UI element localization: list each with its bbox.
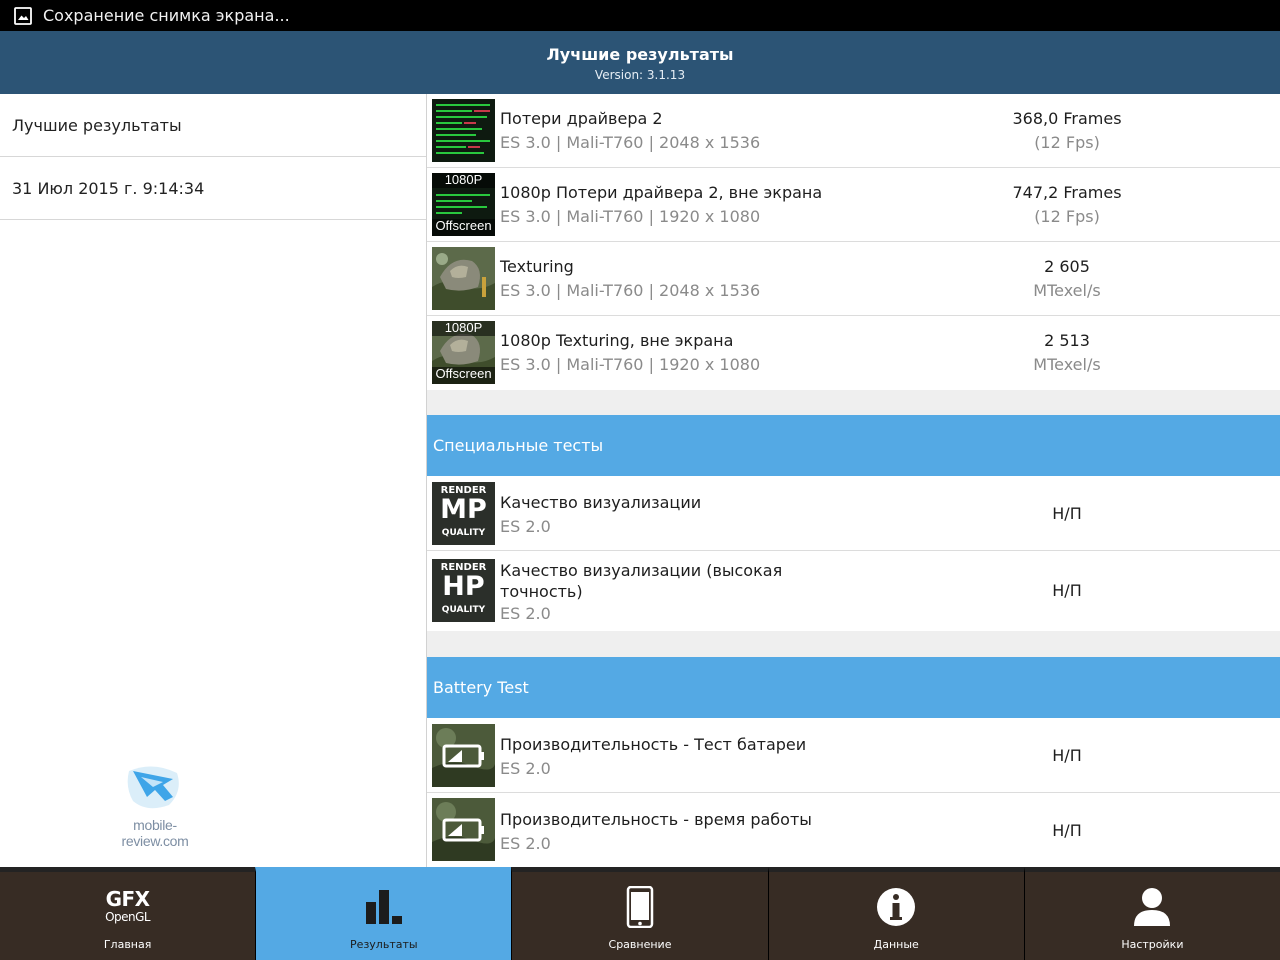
tab-label: Главная	[103, 938, 152, 951]
result-row[interactable]: RENDER MP QUALITY Качество визуализации …	[427, 476, 1280, 551]
result-name-line2: точность)	[500, 582, 583, 601]
result-row[interactable]: Производительность - время работы ES 2.0…	[427, 793, 1280, 867]
driver-overhead-offscreen-thumbnail: 1080P Offscreen	[432, 173, 495, 236]
badge-1080p: 1080P	[444, 321, 483, 335]
result-name: Texturing	[500, 257, 574, 276]
result-score: 2 513 MTexel/s	[967, 329, 1167, 377]
section-header-battery: Battery Test	[427, 657, 1280, 718]
result-subtitle: ES 2.0	[500, 604, 551, 623]
score-unit: (12 Fps)	[1034, 133, 1100, 152]
tab-label: Данные	[873, 938, 919, 951]
result-name: Потери драйвера 2	[500, 109, 663, 128]
texturing-thumbnail	[432, 247, 495, 310]
result-row[interactable]: Потери драйвера 2 ES 3.0 | Mali-T760 | 2…	[427, 94, 1280, 168]
result-score: Н/П	[1052, 746, 1082, 765]
result-subtitle: ES 3.0 | Mali-T760 | 1920 x 1080	[500, 355, 761, 374]
battery-test-thumbnail	[432, 724, 495, 787]
gfx-logo-icon: GFX OpenGL	[98, 887, 158, 926]
result-score: 2 605 MTexel/s	[967, 255, 1167, 303]
result-score: Н/П	[1052, 581, 1082, 600]
phone-icon	[626, 886, 654, 928]
render-quality-hp-thumbnail: RENDER HP QUALITY	[432, 559, 495, 622]
result-row[interactable]: Производительность - Тест батареи ES 2.0…	[427, 718, 1280, 793]
battery-lifetime-thumbnail	[432, 798, 495, 861]
result-row[interactable]: Texturing ES 3.0 | Mali-T760 | 2048 x 15…	[427, 242, 1280, 316]
texturing-offscreen-thumbnail: 1080P Offscreen	[432, 321, 495, 384]
tab-compare[interactable]: Сравнение	[511, 867, 768, 960]
result-score: Н/П	[1052, 504, 1082, 523]
info-icon	[877, 888, 916, 926]
badge-1080p: 1080P	[444, 173, 483, 187]
result-row[interactable]: RENDER HP QUALITY Качество визуализации …	[427, 551, 1280, 631]
app-header: Лучшие результаты Version: 3.1.13	[0, 31, 1280, 94]
result-subtitle: ES 3.0 | Mali-T760 | 1920 x 1080	[500, 207, 761, 226]
bar-chart-icon	[365, 890, 402, 924]
result-row[interactable]: 1080P Offscreen 1080p Потери драйвера 2,…	[427, 168, 1280, 242]
version-label: Version: 3.1.13	[594, 68, 686, 82]
user-icon	[1134, 888, 1171, 926]
render-quality-mp-thumbnail: RENDER MP QUALITY	[432, 482, 495, 545]
tab-home[interactable]: GFX OpenGL Главная	[0, 867, 256, 960]
status-bar: Сохранение снимка экрана...	[0, 0, 1280, 31]
sidebar-item-best-results[interactable]: Лучшие результаты	[0, 94, 426, 157]
score-value: 368,0 Frames	[1012, 109, 1122, 128]
gfx-logo-text: GFX	[105, 887, 151, 911]
result-name: Производительность - Тест батареи	[500, 735, 807, 754]
badge-quality: QUALITY	[441, 528, 486, 538]
badge-offscreen: Offscreen	[435, 218, 492, 233]
screenshot-icon	[14, 6, 32, 25]
watermark-text: mobile-review.com	[121, 817, 189, 849]
page-title: Лучшие результаты	[546, 45, 734, 64]
result-subtitle: ES 3.0 | Mali-T760 | 2048 x 1536	[500, 281, 761, 300]
result-name-line1: Качество визуализации (высокая	[500, 561, 783, 580]
score-value: 2 605	[1044, 257, 1090, 276]
score-value: 747,2 Frames	[1012, 183, 1122, 202]
score-value: 2 513	[1044, 331, 1090, 350]
result-name: 1080p Потери драйвера 2, вне экрана	[500, 183, 823, 202]
result-name: Качество визуализации	[500, 493, 702, 512]
badge-hp: HP	[442, 571, 485, 602]
tab-label: Результаты	[350, 938, 418, 951]
result-subtitle: ES 2.0	[500, 759, 551, 778]
tab-data[interactable]: Данные	[767, 867, 1024, 960]
result-row[interactable]: 1080P Offscreen 1080p Texturing, вне экр…	[427, 316, 1280, 390]
mobile-review-logo-icon	[127, 766, 179, 809]
score-unit: MTexel/s	[1033, 355, 1101, 374]
score-unit: (12 Fps)	[1034, 207, 1100, 226]
tab-results[interactable]: Результаты	[255, 867, 512, 960]
badge-offscreen: Offscreen	[435, 366, 492, 381]
result-score: Н/П	[1052, 821, 1082, 840]
results-list: Потери драйвера 2 ES 3.0 | Mali-T760 | 2…	[427, 94, 1280, 867]
badge-mp: MP	[440, 494, 487, 525]
watermark: mobile-review.com	[100, 763, 210, 849]
status-text: Сохранение снимка экрана...	[43, 6, 290, 25]
opengl-logo-text: OpenGL	[105, 910, 151, 924]
tab-label: Настройки	[1121, 938, 1184, 951]
badge-quality: QUALITY	[441, 605, 486, 615]
result-score: 747,2 Frames (12 Fps)	[967, 181, 1167, 229]
section-header-special: Специальные тесты	[427, 415, 1280, 476]
result-score: 368,0 Frames (12 Fps)	[967, 107, 1167, 155]
result-name: Производительность - время работы	[500, 810, 812, 829]
result-subtitle: ES 3.0 | Mali-T760 | 2048 x 1536	[500, 133, 761, 152]
sidebar-item-result-date[interactable]: 31 Июл 2015 г. 9:14:34	[0, 157, 426, 220]
results-sidebar: Лучшие результаты 31 Июл 2015 г. 9:14:34	[0, 94, 427, 867]
result-subtitle: ES 2.0	[500, 517, 551, 536]
driver-overhead-thumbnail	[432, 99, 495, 162]
tab-label: Сравнение	[608, 938, 672, 951]
tab-settings[interactable]: Настройки	[1023, 867, 1280, 960]
score-unit: MTexel/s	[1033, 281, 1101, 300]
bottom-navigation: GFX OpenGL Главная Результаты Сравнение …	[0, 867, 1280, 960]
result-name: 1080p Texturing, вне экрана	[500, 331, 734, 350]
result-subtitle: ES 2.0	[500, 834, 551, 853]
